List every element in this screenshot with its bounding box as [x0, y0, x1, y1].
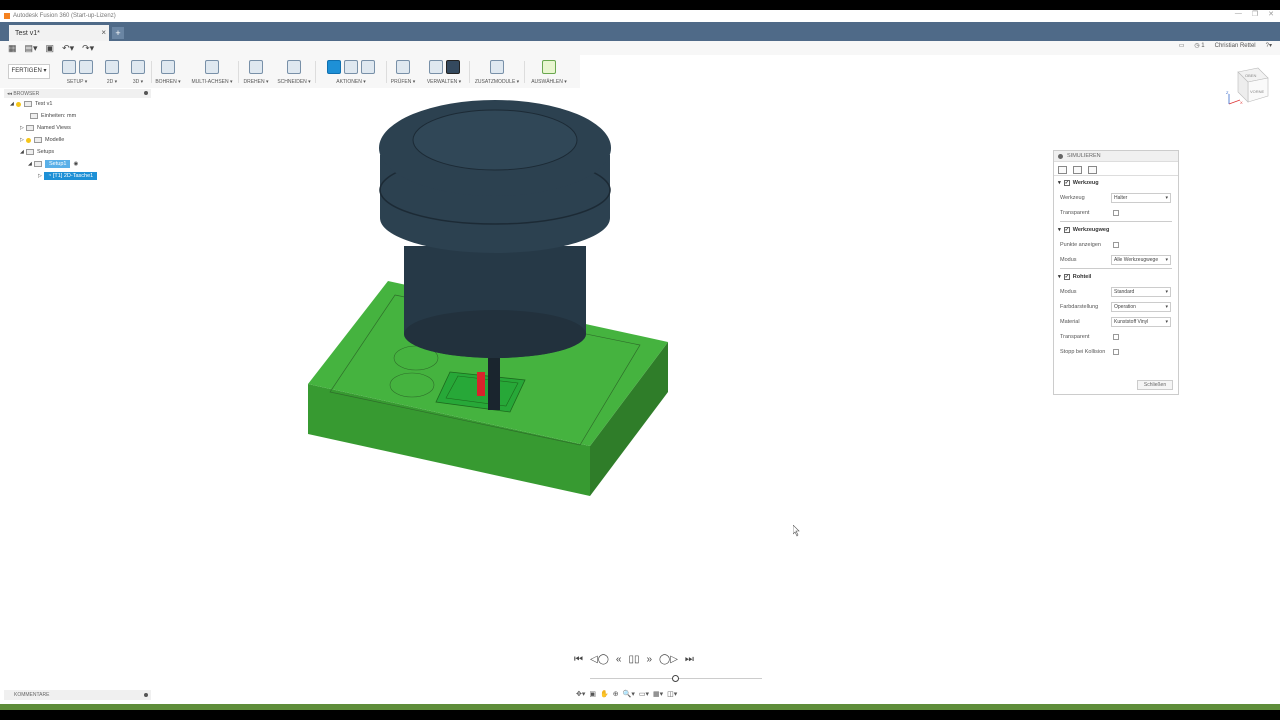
bottom-black-bar	[0, 710, 1280, 720]
row-stock-transparent: Transparent	[1054, 329, 1178, 344]
navigation-bar: ✥▾ ▣ ✋ ⊕ 🔍▾ ▭▾ ▦▾ ◫▾	[576, 690, 677, 698]
row-stock-mode: Modus Standard	[1054, 284, 1178, 299]
cutter-red	[477, 372, 485, 396]
tab-display-icon[interactable]	[1058, 166, 1067, 174]
go-to-start-icon[interactable]: ⏮	[574, 654, 583, 665]
step-back-icon[interactable]: «	[616, 654, 622, 665]
viewcube[interactable]: OBEN VORNE X Z	[1226, 66, 1270, 108]
section-checkbox[interactable]: ✓	[1063, 227, 1070, 233]
tab-info-icon[interactable]	[1073, 166, 1082, 174]
panel-options-icon[interactable]	[1058, 153, 1063, 159]
panel-title: SIMULIEREN	[1067, 153, 1101, 159]
row-label: Material	[1060, 318, 1080, 325]
holder-lower-cap	[404, 310, 586, 358]
show-points-checkbox[interactable]	[1113, 241, 1119, 248]
viewports-icon[interactable]: ◫▾	[667, 690, 677, 698]
holder-top-face	[412, 109, 578, 171]
go-to-end-icon[interactable]: ⏭	[685, 654, 694, 665]
row-show-points: Punkte anzeigen	[1054, 237, 1178, 252]
section-checkbox[interactable]: ✓	[1063, 180, 1070, 186]
row-label: Transparent	[1060, 333, 1090, 340]
section-toolpath[interactable]: ▾ ✓ Werkzeugweg	[1054, 223, 1178, 237]
row-label: Stopp bei Kollision	[1060, 348, 1106, 355]
stop-on-collision-checkbox[interactable]	[1113, 348, 1119, 355]
zoom-icon[interactable]: ⊕	[613, 690, 619, 698]
timeline-thumb[interactable]	[672, 675, 679, 682]
axis-x-label: X	[1240, 100, 1243, 105]
viewcube-top-label: OBEN	[1245, 73, 1256, 78]
close-panel-button[interactable]: Schließen	[1137, 380, 1173, 390]
divider	[1060, 221, 1172, 222]
panel-header[interactable]: SIMULIEREN	[1054, 151, 1178, 162]
section-title: Rohteil	[1072, 274, 1092, 280]
section-title: Werkzeug	[1072, 180, 1099, 186]
fusion-window: Autodesk Fusion 360 (Start-up-Lizenz) — …	[0, 0, 1280, 720]
row-tool: Werkzeug Halter	[1054, 190, 1178, 205]
tab-statistics-icon[interactable]	[1088, 166, 1097, 174]
toolpath-mode-dropdown[interactable]: Alle Werkzeugwege	[1111, 254, 1171, 265]
row-tool-transparent: Transparent	[1054, 205, 1178, 220]
color-display-dropdown[interactable]: Operation	[1111, 301, 1171, 312]
row-label: Modus	[1060, 288, 1077, 295]
orbit-icon[interactable]: ✥▾	[576, 690, 585, 698]
axis-z-label: Z	[1226, 90, 1229, 95]
previous-operation-icon[interactable]: ◁◯	[590, 654, 609, 665]
row-material: Material Kunststoff Vinyl	[1054, 314, 1178, 329]
grid-settings-icon[interactable]: ▦▾	[653, 690, 663, 698]
section-title: Werkzeugweg	[1072, 227, 1110, 233]
viewcube-front-label: VORNE	[1250, 89, 1265, 94]
panel-tabs	[1054, 162, 1178, 176]
section-stock[interactable]: ▾ ✓ Rohteil	[1054, 270, 1178, 284]
comments-panel[interactable]: KOMMENTARE	[4, 690, 151, 700]
next-operation-icon[interactable]: ◯▷	[659, 654, 678, 665]
display-settings-icon[interactable]: ▭▾	[639, 690, 649, 698]
simulate-panel: SIMULIEREN ▾ ✓Werkzeug Werkzeug Halter Tr…	[1053, 150, 1179, 395]
row-label: Werkzeug	[1060, 194, 1085, 201]
pause-icon[interactable]: ▯▯	[628, 654, 639, 665]
comments-label: KOMMENTARE	[14, 692, 50, 698]
fit-icon[interactable]: 🔍▾	[623, 690, 635, 698]
row-toolpath-mode: Modus Alle Werkzeugwege	[1054, 252, 1178, 267]
stock-mode-dropdown[interactable]: Standard	[1111, 286, 1171, 297]
divider	[1060, 268, 1172, 269]
row-label: Modus	[1060, 256, 1077, 263]
row-label: Farbdarstellung	[1060, 303, 1099, 310]
row-stop-on-collision: Stopp bei Kollision	[1054, 344, 1178, 359]
row-label: Punkte anzeigen	[1060, 241, 1101, 248]
row-color-display: Farbdarstellung Operation	[1054, 299, 1178, 314]
tool-dropdown[interactable]: Halter	[1111, 192, 1171, 203]
simulation-player: ⏮ ◁◯ « ▯▯ » ◯▷ ⏭	[574, 654, 694, 665]
material-dropdown[interactable]: Kunststoff Vinyl	[1111, 316, 1171, 327]
stock-transparent-checkbox[interactable]	[1113, 333, 1119, 340]
step-forward-icon[interactable]: »	[646, 654, 652, 665]
mouse-cursor-icon	[792, 524, 801, 542]
row-label: Transparent	[1060, 209, 1090, 216]
section-checkbox[interactable]: ✓	[1063, 274, 1070, 280]
tool-transparent-checkbox[interactable]	[1113, 209, 1119, 216]
pan-icon[interactable]: ✋	[600, 690, 609, 698]
look-at-icon[interactable]: ▣	[589, 690, 596, 698]
section-tool[interactable]: ▾ ✓ Werkzeug	[1054, 176, 1178, 190]
pin-icon[interactable]	[144, 693, 148, 697]
